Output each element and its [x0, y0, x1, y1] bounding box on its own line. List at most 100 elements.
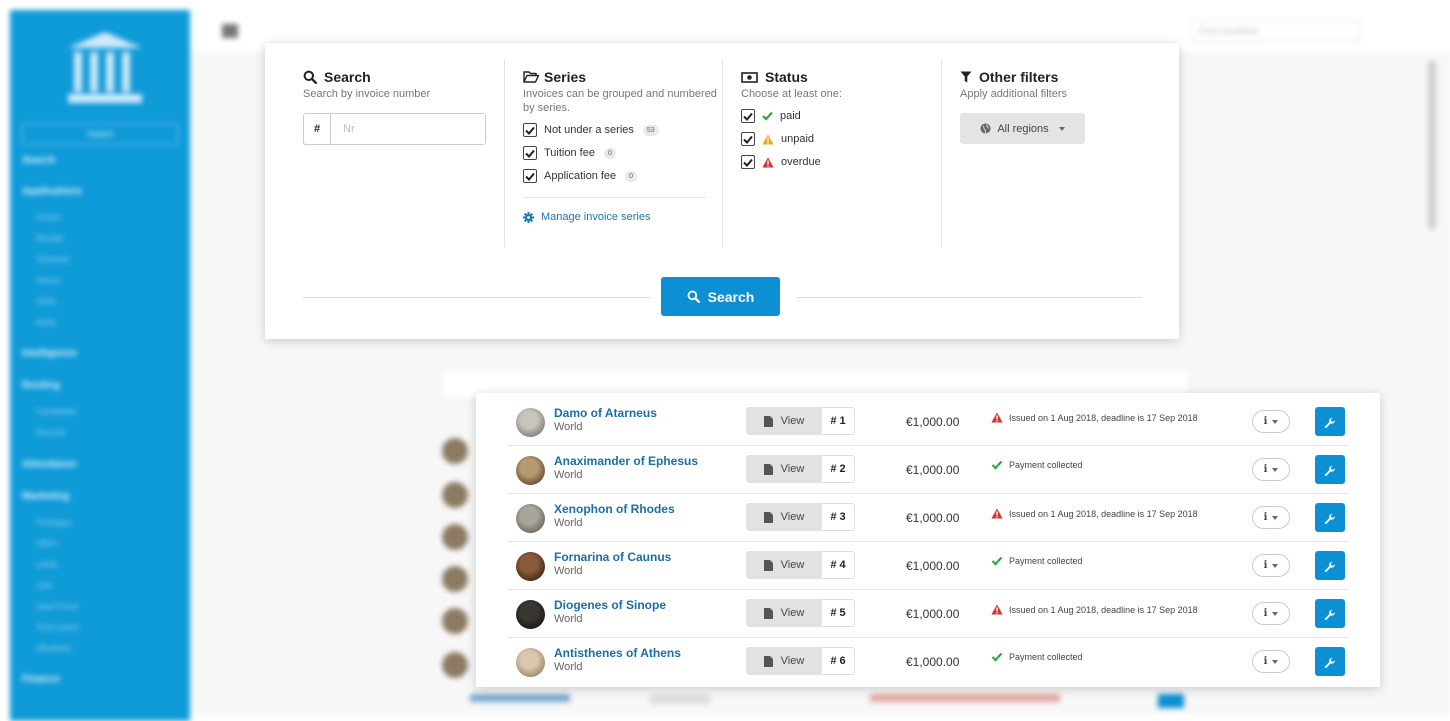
- manage-invoice-series-link[interactable]: Manage invoice series: [523, 211, 723, 223]
- sidebar-subitem[interactable]: Rules: [36, 318, 56, 327]
- view-button-label: View: [781, 463, 805, 475]
- status-option-unpaid[interactable]: unpaid: [741, 131, 941, 147]
- view-invoice-group: View # 5: [746, 599, 855, 627]
- sidebar-subitem[interactable]: eBooklets: [36, 644, 71, 653]
- invoice-number-field[interactable]: #: [303, 113, 486, 145]
- info-dropdown-button[interactable]: i: [1252, 650, 1290, 673]
- sidebar-subitem[interactable]: Leads: [36, 560, 58, 569]
- sidebar-item-routing[interactable]: Routing: [22, 380, 60, 391]
- checkbox-checked-icon[interactable]: [523, 146, 537, 160]
- sidebar-subitem[interactable]: Candidates: [36, 407, 76, 416]
- view-button-label: View: [781, 559, 805, 571]
- manage-link-label[interactable]: Manage invoice series: [541, 211, 650, 223]
- wrench-button[interactable]: [1315, 407, 1345, 436]
- avatar: [442, 438, 468, 464]
- check-icon: [991, 652, 1003, 662]
- info-dropdown-button[interactable]: i: [1252, 602, 1290, 625]
- sidebar-item-finance[interactable]: Finance: [22, 674, 60, 685]
- info-dropdown-button[interactable]: i: [1252, 506, 1290, 529]
- status-text: Payment collected: [1009, 652, 1083, 662]
- table-row: Diogenes of Sinope World View # 5 €1,000…: [508, 590, 1348, 638]
- sidebar-subitem[interactable]: Tasks: [36, 297, 56, 306]
- student-region: World: [554, 469, 583, 481]
- status-option-label: unpaid: [781, 133, 814, 145]
- student-region: World: [554, 517, 583, 529]
- series-option-tuition-fee[interactable]: Tuition fee 0: [523, 145, 723, 161]
- checkbox-checked-icon[interactable]: [741, 132, 755, 146]
- sidebar-item-attendance[interactable]: Attendance: [22, 459, 76, 470]
- file-icon: [764, 512, 773, 523]
- info-dropdown-button[interactable]: i: [1252, 410, 1290, 433]
- view-invoice-group: View # 1: [746, 407, 855, 435]
- sidebar-subitem[interactable]: Search: [36, 276, 61, 285]
- checkbox-checked-icon[interactable]: [741, 155, 755, 169]
- chevron-down-icon: [1272, 516, 1278, 520]
- sidebar-subitem[interactable]: Packages: [36, 518, 71, 527]
- view-invoice-button[interactable]: View: [746, 551, 822, 579]
- info-dropdown-button[interactable]: i: [1252, 554, 1290, 577]
- wrench-button[interactable]: [1315, 455, 1345, 484]
- sidebar-subitem[interactable]: Schedule: [36, 255, 69, 264]
- sidebar-item-intelligence[interactable]: Intelligence: [22, 348, 77, 359]
- warning-icon: [991, 604, 1003, 615]
- sidebar-item-search[interactable]: Search: [22, 155, 55, 166]
- view-invoice-button[interactable]: View: [746, 407, 822, 435]
- check-icon: [991, 556, 1003, 566]
- folder-open-icon: [523, 70, 537, 84]
- view-invoice-button[interactable]: View: [746, 503, 822, 531]
- student-name-link[interactable]: Anaximander of Ephesus: [554, 454, 698, 468]
- status-option-overdue[interactable]: overdue: [741, 154, 941, 170]
- checkbox-checked-icon[interactable]: [523, 169, 537, 183]
- series-option-not-under-series[interactable]: Not under a series 53: [523, 122, 723, 138]
- avatar: [516, 552, 545, 581]
- table-row: Fornarina of Caunus World View # 4 €1,00…: [508, 542, 1348, 590]
- wrench-button[interactable]: [1315, 503, 1345, 532]
- sidebar-subitem[interactable]: Lists: [36, 581, 52, 590]
- info-dropdown-button[interactable]: i: [1252, 458, 1290, 481]
- checkbox-checked-icon[interactable]: [741, 109, 755, 123]
- student-name-link[interactable]: Damo of Atarneus: [554, 406, 657, 420]
- file-icon: [764, 416, 773, 427]
- status-filter-subtitle: Choose at least one:: [741, 87, 941, 101]
- view-invoice-button[interactable]: View: [746, 599, 822, 627]
- invoice-amount: €1,000.00: [906, 415, 959, 429]
- series-option-label: Application fee: [544, 170, 616, 182]
- series-option-application-fee[interactable]: Application fee 0: [523, 168, 723, 184]
- status-option-paid[interactable]: paid: [741, 108, 941, 124]
- wrench-icon: [1324, 656, 1336, 668]
- invoice-number: # 6: [822, 647, 855, 675]
- wrench-button[interactable]: [1315, 599, 1345, 628]
- view-invoice-group: View # 3: [746, 503, 855, 531]
- sidebar-switch-button[interactable]: Switch: [22, 123, 178, 145]
- sidebar-subitem[interactable]: Print Letters: [36, 623, 79, 632]
- student-name-link[interactable]: Xenophon of Rhodes: [554, 502, 675, 516]
- all-regions-dropdown[interactable]: All regions: [960, 113, 1085, 144]
- sidebar-item-applications[interactable]: Applications: [22, 186, 82, 197]
- checkbox-checked-icon[interactable]: [523, 123, 537, 137]
- student-name-link[interactable]: Antisthenes of Athens: [554, 646, 681, 660]
- avatar: [516, 600, 545, 629]
- student-name-link[interactable]: Fornarina of Caunus: [554, 550, 671, 564]
- sidebar-subitem[interactable]: Invoice: [36, 213, 61, 222]
- sidebar-subitem[interactable]: Input Forms: [36, 602, 79, 611]
- scrollbar[interactable]: [1428, 60, 1436, 230]
- wrench-button[interactable]: [1315, 647, 1345, 676]
- invoice-number-input[interactable]: [331, 114, 485, 144]
- series-filter-label: Series: [544, 69, 586, 85]
- search-button[interactable]: Search: [661, 277, 780, 316]
- global-search-input[interactable]: Find candidate: [1190, 20, 1360, 42]
- table-row: Damo of Atarneus World View # 1 €1,000.0…: [508, 398, 1348, 446]
- view-invoice-button[interactable]: View: [746, 647, 822, 675]
- sidebar-subitem[interactable]: Records: [36, 428, 66, 437]
- student-name-link[interactable]: Diogenes of Sinope: [554, 598, 666, 612]
- avatar: [516, 456, 545, 485]
- sidebar-subitem[interactable]: Offers: [36, 539, 58, 548]
- sidebar-subitem[interactable]: Receipt: [36, 234, 63, 243]
- payment-status: Issued on 1 Aug 2018, deadline is 17 Sep…: [991, 604, 1198, 615]
- wrench-icon: [1324, 416, 1336, 428]
- sidebar-item-marketing[interactable]: Marketing: [22, 491, 69, 502]
- view-invoice-button[interactable]: View: [746, 455, 822, 483]
- menu-toggle-icon[interactable]: [222, 24, 238, 38]
- search-filter-label: Search: [324, 69, 371, 85]
- wrench-button[interactable]: [1315, 551, 1345, 580]
